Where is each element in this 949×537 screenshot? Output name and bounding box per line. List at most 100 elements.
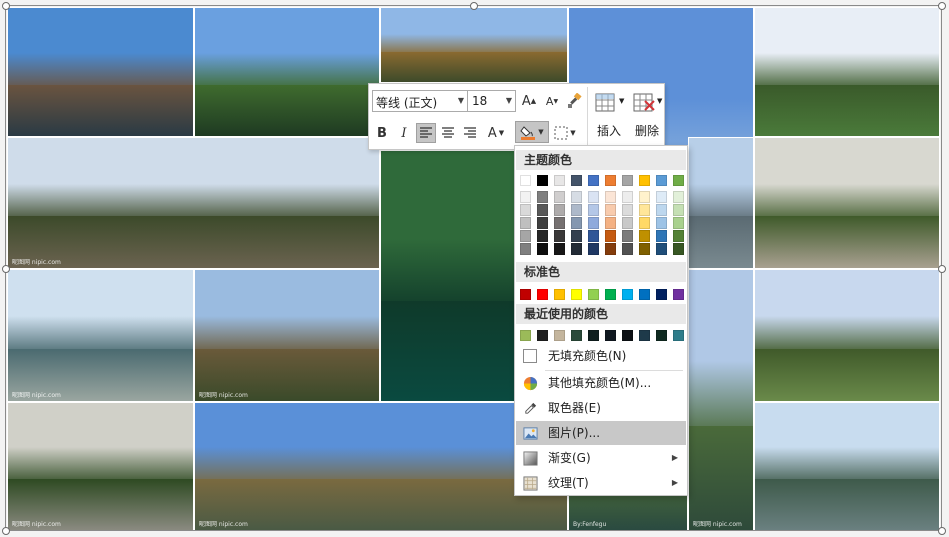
theme-color-swatch[interactable] <box>656 243 667 255</box>
theme-color-swatch[interactable] <box>554 230 565 242</box>
grow-font-button[interactable]: A ▲ <box>519 91 539 111</box>
resize-handle-bottom-left[interactable] <box>2 527 10 535</box>
resize-handle-bottom-right[interactable] <box>938 527 946 535</box>
photo-rock-garden[interactable]: 昵图网 nipic.com <box>194 269 380 402</box>
recent-color-swatch[interactable] <box>605 330 616 341</box>
standard-color-swatch[interactable] <box>537 289 548 300</box>
theme-color-swatch[interactable] <box>520 217 531 229</box>
theme-color-swatch[interactable] <box>571 230 582 242</box>
resize-handle-middle-left[interactable] <box>2 265 10 273</box>
slide-canvas[interactable]: 昵图网 nipic.com 昵图网 nipic.com 昵图网 nipic.co… <box>0 0 949 537</box>
recent-color-swatch[interactable] <box>520 330 531 341</box>
align-center-button[interactable] <box>438 123 458 143</box>
standard-color-swatch[interactable] <box>588 289 599 300</box>
italic-button[interactable]: I <box>394 123 414 143</box>
theme-color-swatch[interactable] <box>571 191 582 203</box>
theme-color-swatch[interactable] <box>605 204 616 216</box>
recent-color-swatch[interactable] <box>622 330 633 341</box>
theme-color-swatch[interactable] <box>571 204 582 216</box>
resize-handle-top-left[interactable] <box>2 2 10 10</box>
photo-pavilion-lake-1[interactable] <box>7 7 194 137</box>
eyedropper-item[interactable]: 取色器(E) <box>516 396 686 420</box>
align-right-button[interactable] <box>460 123 480 143</box>
standard-color-swatch[interactable] <box>571 289 582 300</box>
photo-lake-willow[interactable]: 昵图网 nipic.com <box>688 269 754 531</box>
theme-color-swatch[interactable] <box>673 243 684 255</box>
align-left-button[interactable] <box>416 123 436 143</box>
font-size-combobox[interactable]: 18 ▼ <box>468 90 516 112</box>
theme-color-swatch[interactable] <box>554 175 565 186</box>
format-painter-button[interactable] <box>565 91 585 111</box>
theme-color-swatch[interactable] <box>673 230 684 242</box>
theme-color-swatch[interactable] <box>673 217 684 229</box>
theme-color-swatch[interactable] <box>554 191 565 203</box>
theme-color-swatch[interactable] <box>622 175 633 186</box>
theme-color-swatch[interactable] <box>537 230 548 242</box>
photo-lotus-bridge[interactable] <box>754 7 940 137</box>
standard-color-swatch[interactable] <box>605 289 616 300</box>
gradient-item[interactable]: 渐变(G) ▶ <box>516 446 686 470</box>
photo-five-pavilion-bridge[interactable]: 昵图网 nipic.com <box>7 269 194 402</box>
picture-fill-item[interactable]: 图片(P)... <box>516 421 686 445</box>
recent-color-swatch[interactable] <box>554 330 565 341</box>
theme-color-swatch[interactable] <box>571 217 582 229</box>
photo-five-pavilion-2[interactable] <box>754 402 940 531</box>
theme-color-swatch[interactable] <box>673 175 684 186</box>
theme-color-swatch[interactable] <box>605 217 616 229</box>
theme-color-swatch[interactable] <box>622 243 633 255</box>
theme-color-swatch[interactable] <box>588 230 599 242</box>
photo-tree-pavilion[interactable] <box>380 7 568 83</box>
standard-color-swatch[interactable] <box>656 289 667 300</box>
standard-color-swatch[interactable] <box>639 289 650 300</box>
theme-color-swatch[interactable] <box>639 243 650 255</box>
recent-color-swatch[interactable] <box>588 330 599 341</box>
font-color-button[interactable]: A ▼ <box>482 123 510 143</box>
theme-color-swatch[interactable] <box>605 191 616 203</box>
font-name-combobox[interactable]: 等线 (正文) ▼ <box>372 90 468 112</box>
photo-tree-road[interactable]: 昵图网 nipic.com <box>7 137 380 269</box>
insert-button[interactable]: ▼ 插入 <box>589 84 629 150</box>
theme-color-swatch[interactable] <box>622 230 633 242</box>
theme-color-swatch[interactable] <box>622 204 633 216</box>
theme-color-swatch[interactable] <box>588 204 599 216</box>
standard-color-swatch[interactable] <box>673 289 684 300</box>
photo-moon-gate-2[interactable]: 昵图网 nipic.com <box>7 402 194 531</box>
theme-color-swatch[interactable] <box>639 230 650 242</box>
theme-color-swatch[interactable] <box>656 204 667 216</box>
theme-color-swatch[interactable] <box>554 243 565 255</box>
standard-color-swatch[interactable] <box>520 289 531 300</box>
theme-color-swatch[interactable] <box>537 217 548 229</box>
photo-winter-trees[interactable] <box>688 137 754 269</box>
standard-color-swatch[interactable] <box>622 289 633 300</box>
theme-color-swatch[interactable] <box>605 175 616 186</box>
no-fill-item[interactable]: 无填充颜色(N) <box>516 344 686 368</box>
theme-color-swatch[interactable] <box>520 243 531 255</box>
standard-color-swatch[interactable] <box>554 289 565 300</box>
theme-color-swatch[interactable] <box>673 191 684 203</box>
theme-color-swatch[interactable] <box>537 175 548 186</box>
theme-color-swatch[interactable] <box>656 217 667 229</box>
recent-color-swatch[interactable] <box>537 330 548 341</box>
bold-button[interactable]: B <box>372 123 392 143</box>
theme-color-swatch[interactable] <box>656 191 667 203</box>
theme-color-swatch[interactable] <box>656 175 667 186</box>
theme-color-swatch[interactable] <box>571 175 582 186</box>
theme-color-swatch[interactable] <box>639 175 650 186</box>
recent-color-swatch[interactable] <box>639 330 650 341</box>
theme-color-swatch[interactable] <box>588 217 599 229</box>
theme-color-swatch[interactable] <box>520 191 531 203</box>
theme-color-swatch[interactable] <box>554 217 565 229</box>
delete-button[interactable]: ▼ 删除 <box>627 84 667 150</box>
photo-pavilion-lake-2[interactable]: 昵图网 nipic.com <box>194 402 568 531</box>
photo-park-pond[interactable] <box>194 7 380 137</box>
theme-color-swatch[interactable] <box>656 230 667 242</box>
theme-color-swatch[interactable] <box>673 204 684 216</box>
theme-color-swatch[interactable] <box>605 230 616 242</box>
shape-outline-button[interactable]: ▼ <box>551 123 579 143</box>
theme-color-swatch[interactable] <box>639 204 650 216</box>
photo-moon-gate-1[interactable] <box>754 137 940 269</box>
theme-color-swatch[interactable] <box>605 243 616 255</box>
theme-color-swatch[interactable] <box>571 243 582 255</box>
recent-color-swatch[interactable] <box>656 330 667 341</box>
resize-handle-top-right[interactable] <box>938 2 946 10</box>
